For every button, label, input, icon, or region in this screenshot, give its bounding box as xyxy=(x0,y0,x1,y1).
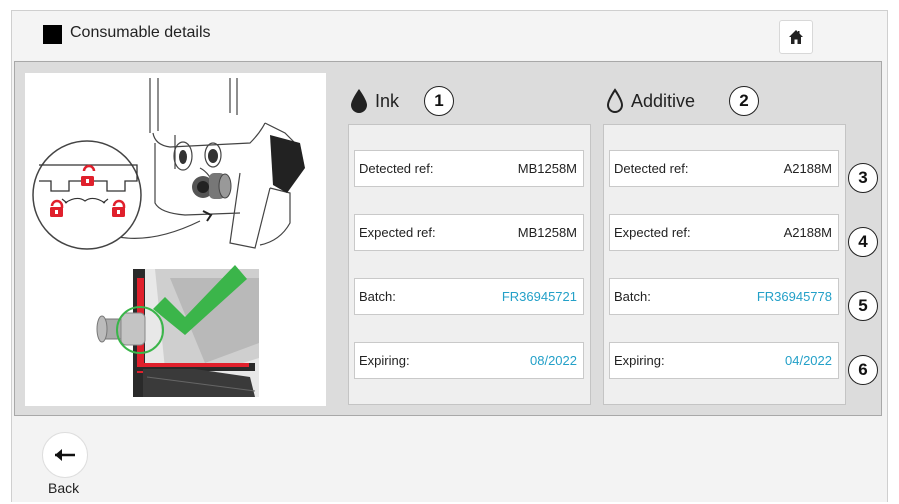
field-value: 08/2022 xyxy=(530,353,577,368)
home-button[interactable] xyxy=(779,20,813,54)
field-label: Expiring: xyxy=(359,353,410,368)
field-value: A2188M xyxy=(783,161,832,176)
field-label: Expected ref: xyxy=(359,225,436,240)
field-value: FR36945721 xyxy=(501,289,577,304)
field-value: MB1258M xyxy=(517,161,577,176)
home-icon xyxy=(789,30,803,44)
field-label: Detected ref: xyxy=(614,161,689,176)
title-square-icon xyxy=(43,25,62,44)
drop-outline-icon xyxy=(606,88,624,113)
ink-details-box: Detected ref: MB1258M Expected ref: MB12… xyxy=(348,124,591,405)
ink-title: Ink xyxy=(375,90,400,111)
additive-details-box: Detected ref: A2188M Expected ref: A2188… xyxy=(603,124,846,405)
field-value: MB1258M xyxy=(517,225,577,240)
ink-badge: 1 xyxy=(424,86,454,116)
field-value: FR36945778 xyxy=(756,289,832,304)
field-label: Expiring: xyxy=(614,353,665,368)
field-label: Batch: xyxy=(359,289,396,304)
ink-header: Ink xyxy=(349,88,399,114)
additive-batch-field: Batch: FR36945778 xyxy=(609,278,839,315)
row-badge-detected: 3 xyxy=(848,163,878,193)
field-label: Batch: xyxy=(614,289,651,304)
field-label: Detected ref: xyxy=(359,161,434,176)
ink-batch-field: Batch: FR36945721 xyxy=(354,278,584,315)
row-badge-expiring: 6 xyxy=(848,355,878,385)
ink-expiring-field: Expiring: 08/2022 xyxy=(354,342,584,379)
row-badge-batch: 5 xyxy=(848,291,878,321)
field-value: A2188M xyxy=(783,225,832,240)
ink-detected-ref-field: Detected ref: MB1258M xyxy=(354,150,584,187)
drop-filled-icon xyxy=(351,89,367,113)
additive-title: Additive xyxy=(631,90,696,111)
additive-header: Additive xyxy=(605,88,695,114)
field-label: Expected ref: xyxy=(614,225,691,240)
arrow-left-icon xyxy=(55,449,75,461)
ink-expected-ref-field: Expected ref: MB1258M xyxy=(354,214,584,251)
consumable-illustration xyxy=(25,73,326,406)
additive-expected-ref-field: Expected ref: A2188M xyxy=(609,214,839,251)
page-title: Consumable details xyxy=(70,24,211,41)
additive-detected-ref-field: Detected ref: A2188M xyxy=(609,150,839,187)
field-value: 04/2022 xyxy=(785,353,832,368)
title-bar: Consumable details xyxy=(12,11,887,60)
back-button[interactable] xyxy=(42,432,88,478)
additive-expiring-field: Expiring: 04/2022 xyxy=(609,342,839,379)
cartridge-install-illustration xyxy=(32,78,305,397)
additive-badge: 2 xyxy=(729,86,759,116)
back-label: Back xyxy=(48,480,80,496)
row-badge-expected: 4 xyxy=(848,227,878,257)
